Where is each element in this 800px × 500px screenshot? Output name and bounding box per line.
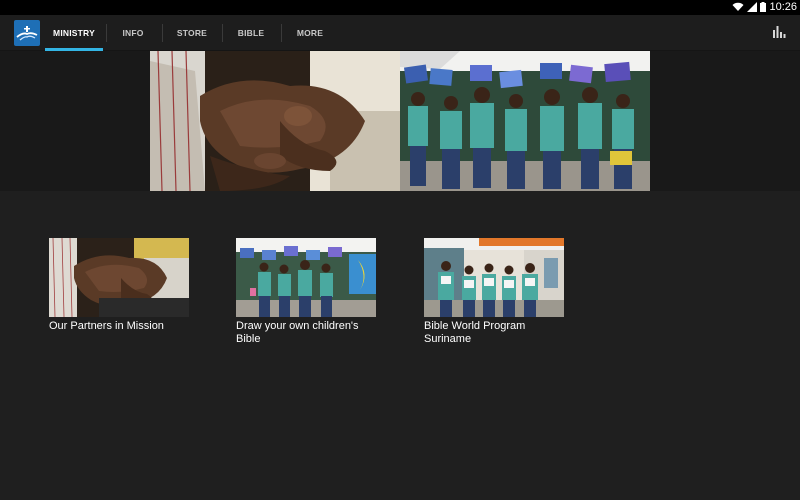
tab-ministry[interactable]: MINISTRY — [45, 15, 103, 51]
card-partners-in-mission[interactable]: Our Partners in Mission — [49, 238, 189, 333]
card-image — [236, 238, 376, 317]
tab-divider — [222, 24, 223, 42]
tab-label: BIBLE — [237, 28, 265, 38]
tab-divider — [106, 24, 107, 42]
tab-label: MORE — [296, 28, 324, 38]
tab-divider — [162, 24, 163, 42]
tab-more[interactable]: MORE — [285, 15, 335, 51]
status-bar: 10:26 — [0, 0, 800, 15]
tab-label: MINISTRY — [53, 28, 95, 38]
tab-store[interactable]: STORE — [166, 15, 218, 51]
status-icons — [732, 2, 766, 12]
clock: 10:26 — [769, 1, 797, 13]
tab-label: STORE — [176, 28, 208, 38]
hero-banner — [0, 51, 800, 191]
tab-info[interactable]: INFO — [110, 15, 156, 51]
battery-icon — [760, 2, 766, 12]
tab-divider — [281, 24, 282, 42]
bar-chart-icon[interactable] — [772, 25, 786, 39]
tab-bible[interactable]: BIBLE — [226, 15, 276, 51]
handshake-photo[interactable] — [150, 51, 400, 191]
card-bible-world-program[interactable]: Bible World Program Suriname — [424, 238, 564, 346]
card-title: Draw your own children's Bible — [236, 320, 359, 345]
bible-society-logo-icon[interactable] — [14, 20, 40, 46]
tab-label: INFO — [122, 28, 144, 38]
card-title: Bible World Program Suriname — [424, 320, 526, 345]
signal-icon — [747, 2, 757, 12]
action-bar: MINISTRY INFO STORE BIBLE MORE — [0, 15, 800, 51]
wifi-icon — [732, 2, 744, 11]
card-image — [49, 238, 189, 317]
card-title: Our Partners in Mission — [49, 320, 164, 332]
children-holding-drawings-photo[interactable] — [400, 51, 650, 191]
card-draw-childrens-bible[interactable]: Draw your own children's Bible — [236, 238, 376, 346]
card-image — [424, 238, 564, 317]
